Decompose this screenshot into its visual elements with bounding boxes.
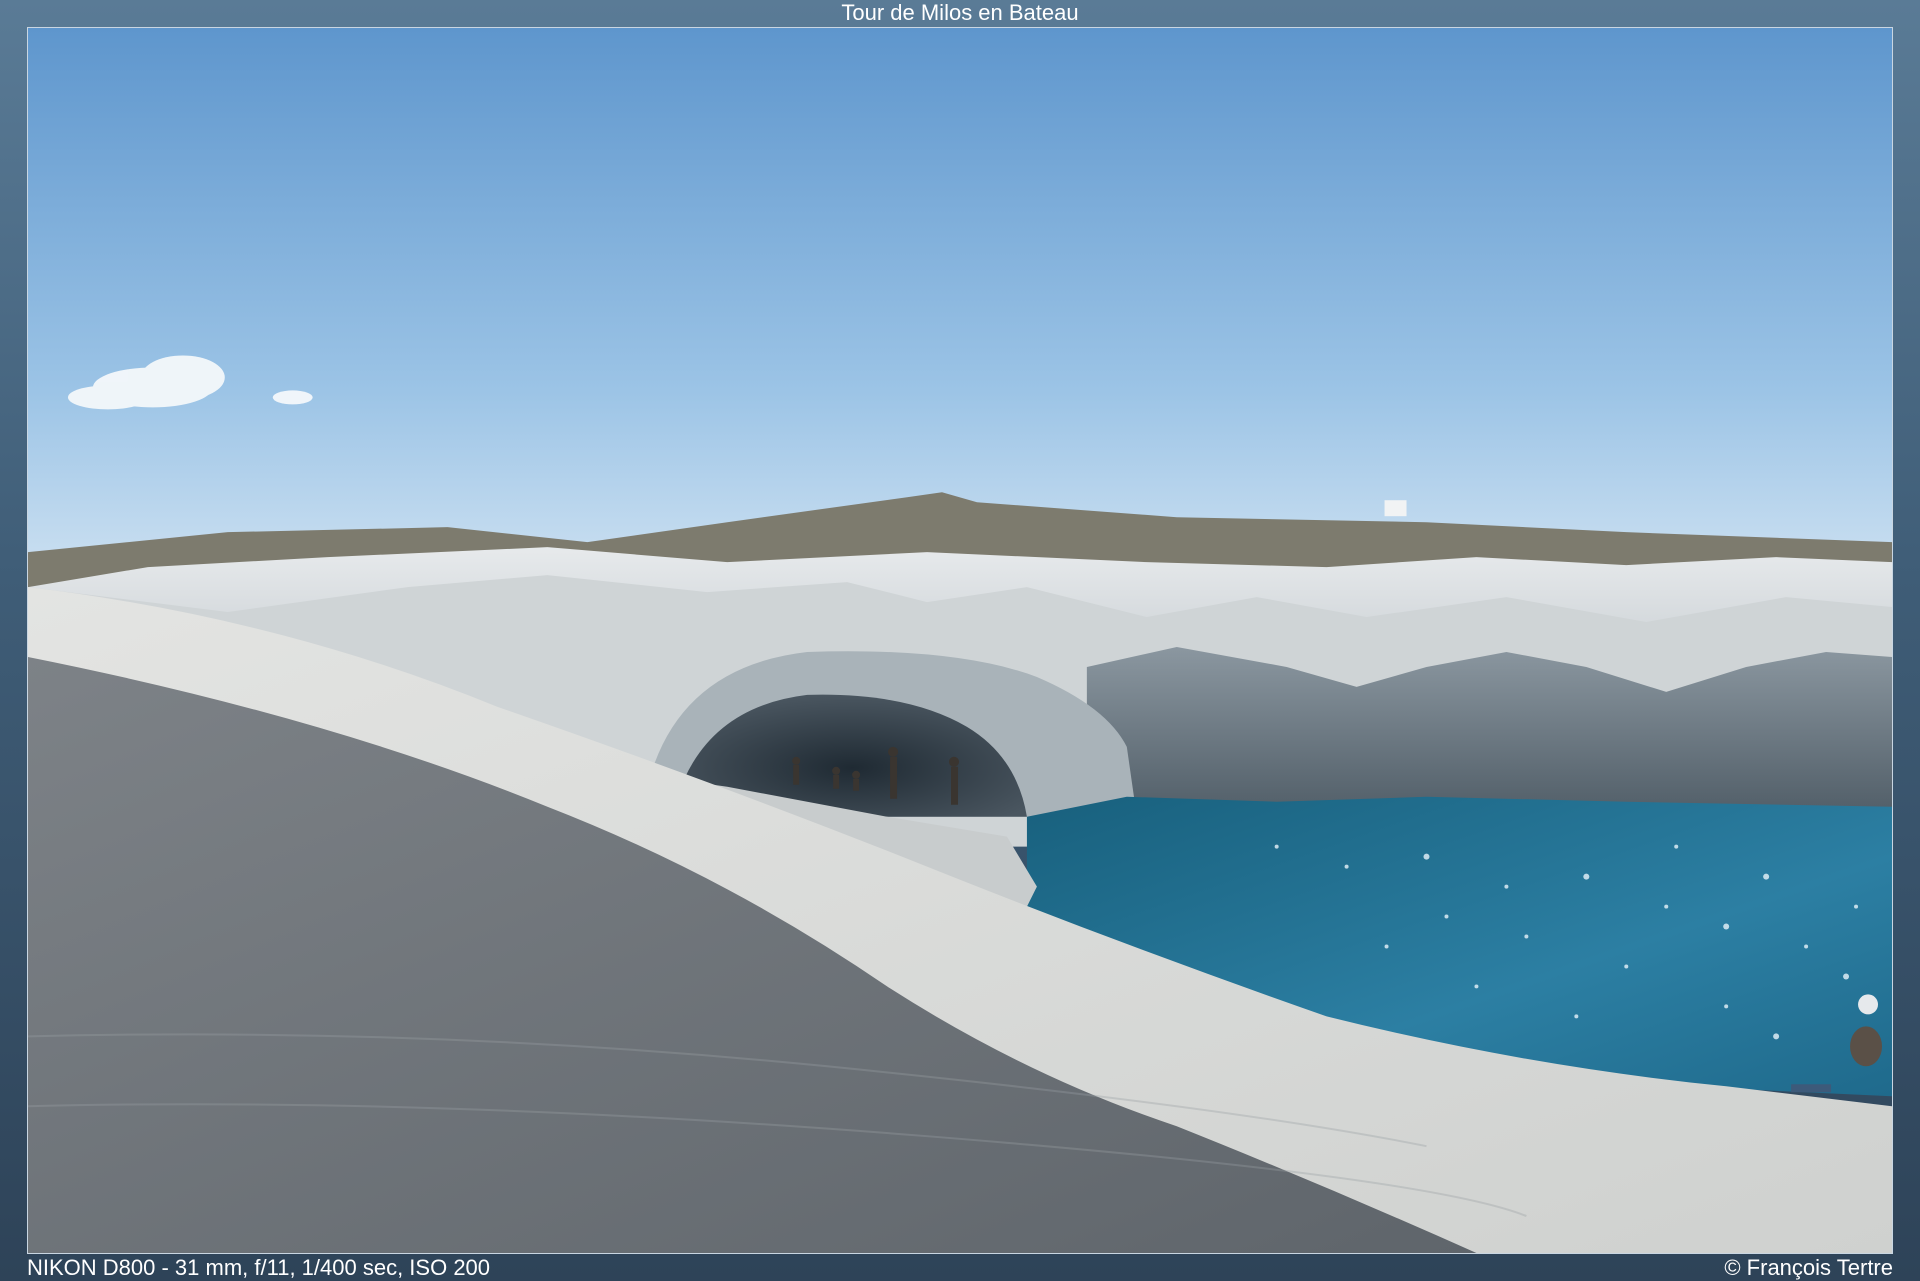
photo-footer: NIKON D800 - 31 mm, f/11, 1/400 sec, ISO… [0, 1254, 1920, 1281]
exif-info: NIKON D800 - 31 mm, f/11, 1/400 sec, ISO… [27, 1255, 491, 1280]
photo-title: Tour de Milos en Bateau [841, 0, 1079, 25]
photo-frame [27, 27, 1893, 1254]
copyright-notice: © François Tertre [1724, 1255, 1893, 1280]
white-building [1384, 500, 1407, 517]
landscape-photo [28, 28, 1892, 1253]
